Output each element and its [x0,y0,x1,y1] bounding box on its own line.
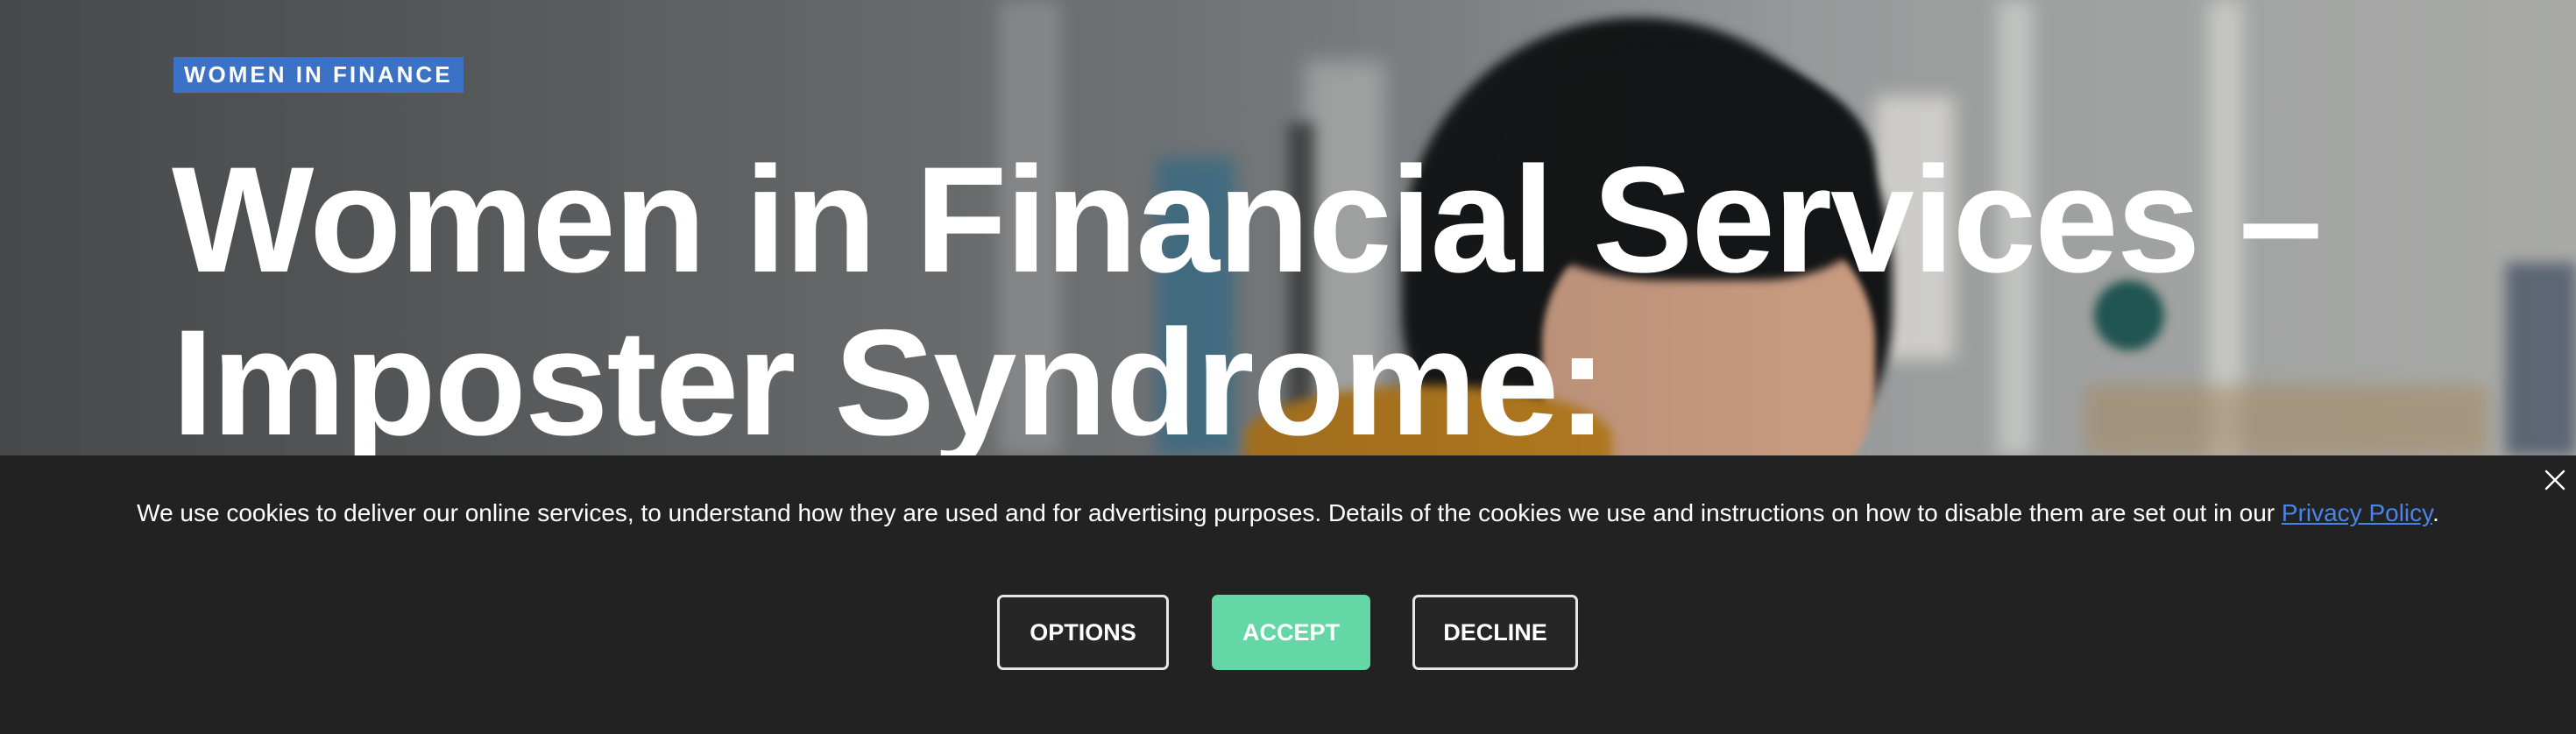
page-title: Women in Financial Services – Imposter S… [172,138,2362,455]
category-tag[interactable]: WOMEN IN FINANCE [173,57,464,93]
decline-button[interactable]: DECLINE [1412,595,1578,670]
options-button[interactable]: OPTIONS [997,595,1169,670]
page-title-line-1: Women in Financial Services – [172,136,2323,304]
cookie-message-text: We use cookies to deliver our online ser… [137,499,2282,526]
close-icon [2544,469,2565,491]
hero-banner: WOMEN IN FINANCE Women in Financial Serv… [0,0,2576,455]
cookie-message: We use cookies to deliver our online ser… [0,496,2576,531]
close-button[interactable] [2537,462,2572,498]
accept-button[interactable]: ACCEPT [1212,595,1370,670]
cookie-message-end: . [2432,499,2439,526]
page-title-line-2: Imposter Syndrome: [172,299,1608,455]
privacy-policy-link[interactable]: Privacy Policy [2282,499,2432,526]
